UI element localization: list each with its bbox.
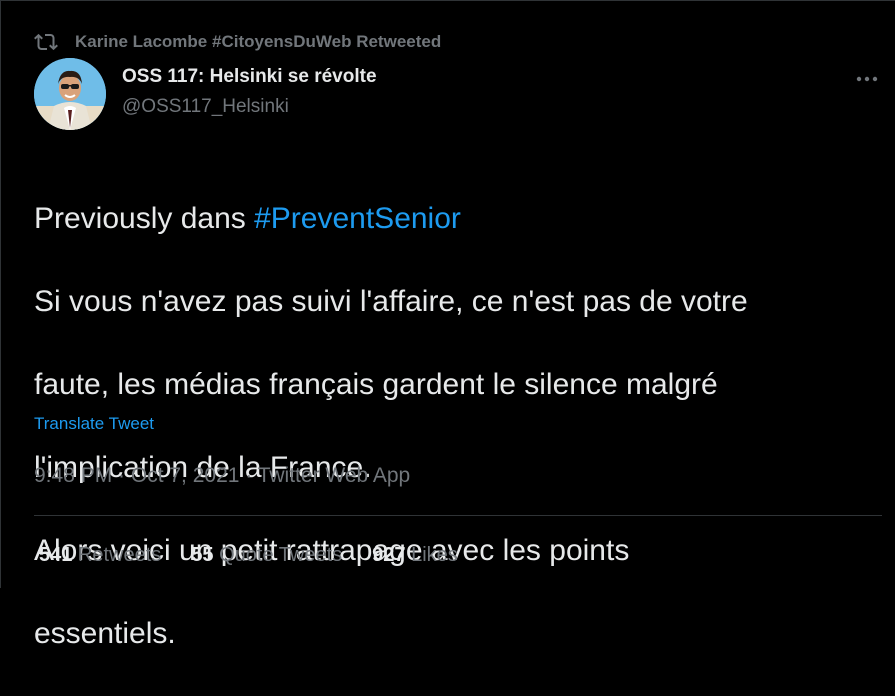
retweets-label: Retweets: [77, 544, 162, 566]
tweet-text: Previously dans #PreventSenior Si vous n…: [34, 156, 874, 696]
tweet-line-2: Si vous n'avez pas suivi l'affaire, ce n…: [34, 284, 748, 318]
hashtag-link[interactable]: #PreventSenior: [254, 202, 461, 235]
retweet-context-text[interactable]: Karine Lacombe #CitoyensDuWeb Retweeted: [75, 32, 441, 52]
tweet-stats: 541 Retweets 55 Quote Tweets 927 Likes: [39, 542, 488, 568]
retweets-count: 541: [39, 544, 73, 566]
tweet-line-1: Previously dans #PreventSenior: [34, 198, 874, 240]
retweet-context[interactable]: Karine Lacombe #CitoyensDuWeb Retweeted: [34, 30, 441, 54]
avatar-image: [34, 58, 106, 130]
tweet-line-6: essentiels.: [34, 616, 176, 650]
more-options-button[interactable]: [847, 65, 887, 93]
likes-count: 927: [372, 544, 406, 566]
retweet-icon: [34, 30, 58, 54]
author-info[interactable]: OSS 117: Helsinki se révolte @OSS117_Hel…: [122, 65, 377, 119]
author-display-name[interactable]: OSS 117: Helsinki se révolte: [122, 65, 377, 89]
likes-label: Likes: [411, 544, 458, 566]
translate-tweet-link[interactable]: Translate Tweet: [34, 414, 154, 434]
tweet-line-1-prefix: Previously dans: [34, 201, 255, 235]
tweet-meta[interactable]: 9:48 PM · Oct 7, 2021 · Twitter Web App: [34, 463, 410, 489]
tweet-line-3: faute, les médias français gardent le si…: [34, 367, 718, 401]
avatar[interactable]: [34, 58, 106, 130]
retweets-stat[interactable]: 541 Retweets: [39, 542, 161, 568]
more-icon: [856, 76, 878, 82]
quote-tweets-stat[interactable]: 55 Quote Tweets: [191, 542, 342, 568]
quote-tweets-count: 55: [191, 544, 214, 566]
divider: [34, 515, 882, 516]
tweet-card: Karine Lacombe #CitoyensDuWeb Retweeted …: [0, 0, 895, 650]
quote-tweets-label: Quote Tweets: [219, 544, 343, 566]
likes-stat[interactable]: 927 Likes: [372, 542, 458, 568]
author-handle[interactable]: @OSS117_Helsinki: [122, 95, 377, 119]
